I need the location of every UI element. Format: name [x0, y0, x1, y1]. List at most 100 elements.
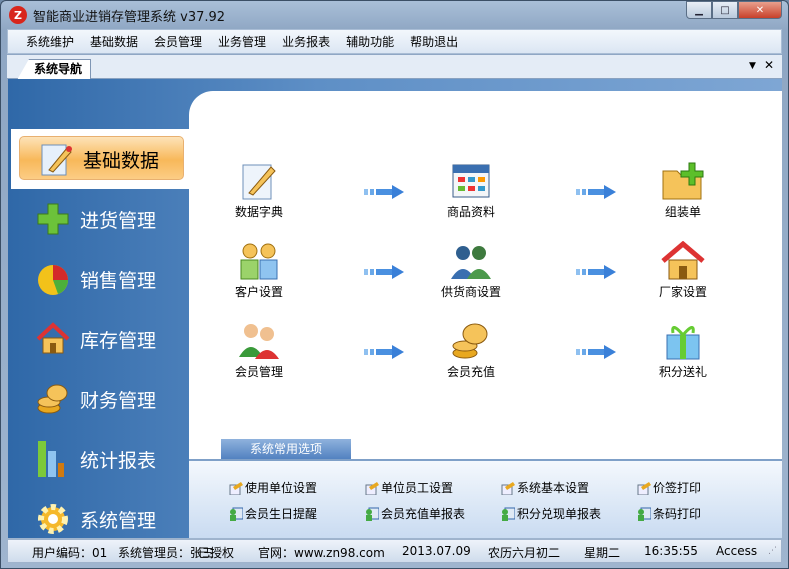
option-label: 单位员工设置 — [381, 481, 454, 495]
menu-business[interactable]: 业务管理 — [210, 33, 274, 50]
menu-member[interactable]: 会员管理 — [146, 33, 210, 50]
tab-dropdown-icon[interactable]: ▼ — [749, 58, 756, 74]
tab-bar: 系统导航 ▼ ✕ — [7, 55, 782, 80]
sidebar-item-sales[interactable]: 销售管理 — [8, 249, 189, 309]
nav-item-label: 会员管理 — [234, 365, 283, 379]
house-icon — [661, 240, 705, 281]
flow-arrow-icon — [364, 185, 406, 199]
sidebar: 基础数据 进货管理 销售管理 库存管理 财务管理 统计报表 系统管理 — [8, 79, 189, 538]
maximize-button[interactable]: □ — [712, 1, 738, 19]
content-area: 数据字典 商品资料 组装单客户设置 供货商设置 厂家设置会员管理 会员充值 积分送礼 系统常… — [189, 91, 782, 538]
nav-item-label: 客户设置 — [234, 285, 283, 299]
option-3[interactable]: 价签打印 — [637, 479, 701, 496]
sidebar-item-system[interactable]: 系统管理 — [8, 489, 189, 538]
gift-icon — [661, 321, 705, 361]
status-time: 16:35:55 — [644, 544, 698, 558]
option-5[interactable]: 会员充值单报表 — [365, 505, 465, 522]
gear-icon — [36, 502, 70, 536]
option-4[interactable]: 会员生日提醒 — [229, 505, 317, 522]
user-report-icon — [501, 507, 515, 521]
status-auth: 已授权 — [198, 546, 235, 560]
flow-arrow-icon — [576, 265, 618, 279]
option-label: 会员生日提醒 — [245, 507, 318, 521]
status-database: Access — [716, 544, 758, 558]
sidebar-item-finance[interactable]: 财务管理 — [8, 369, 189, 429]
customers-icon — [237, 241, 281, 281]
nav-item-label: 积分送礼 — [658, 365, 707, 379]
option-7[interactable]: 条码打印 — [637, 505, 701, 522]
status-website: 官网：www.zn98.com — [258, 546, 385, 560]
status-weekday: 星期二 — [584, 546, 621, 560]
sidebar-item-basic-data[interactable]: 基础数据 — [11, 129, 189, 189]
menu-basic-data[interactable]: 基础数据 — [82, 33, 146, 50]
option-0[interactable]: 使用单位设置 — [229, 479, 317, 496]
option-1[interactable]: 单位员工设置 — [365, 479, 453, 496]
coins-icon — [36, 382, 70, 416]
pie-chart-icon — [36, 262, 70, 296]
option-label: 积分兑现单报表 — [517, 507, 602, 521]
settings-doc-icon — [501, 481, 515, 495]
resize-grip[interactable]: ⋰ — [768, 546, 777, 556]
menu-help-exit[interactable]: 帮助退出 — [402, 33, 466, 50]
option-6[interactable]: 积分兑现单报表 — [501, 505, 601, 522]
user-report-icon — [637, 507, 651, 521]
settings-doc-icon — [637, 481, 651, 495]
option-label: 价签打印 — [653, 481, 702, 495]
option-2[interactable]: 系统基本设置 — [501, 479, 589, 496]
nav-item-label: 数据字典 — [234, 205, 283, 219]
close-button[interactable]: ✕ — [738, 1, 782, 19]
minimize-button[interactable]: ▁ — [686, 1, 712, 19]
settings-doc-icon — [229, 481, 243, 495]
settings-doc-icon — [365, 481, 379, 495]
option-label: 会员充值单报表 — [381, 507, 466, 521]
nav-item-3[interactable]: 客户设置 — [214, 241, 304, 300]
user-report-icon — [229, 507, 243, 521]
option-label: 条码打印 — [653, 507, 702, 521]
green-plus-icon — [36, 202, 70, 236]
sidebar-item-inventory[interactable]: 库存管理 — [8, 309, 189, 369]
nav-item-label: 组装单 — [664, 205, 701, 219]
sidebar-item-purchase[interactable]: 进货管理 — [8, 189, 189, 249]
folder-add-icon — [661, 161, 705, 201]
status-user-code: 用户编码：01 — [32, 546, 108, 560]
menu-tools[interactable]: 辅助功能 — [338, 33, 402, 50]
sidebar-item-reports[interactable]: 统计报表 — [8, 429, 189, 489]
nav-item-5[interactable]: 厂家设置 — [638, 240, 728, 300]
nav-item-8[interactable]: 积分送礼 — [638, 321, 728, 380]
flow-arrow-icon — [576, 185, 618, 199]
common-options-panel — [189, 459, 782, 538]
menu-system-maintenance[interactable]: 系统维护 — [18, 33, 82, 50]
nav-item-label: 会员充值 — [446, 365, 495, 379]
tab-close-icon[interactable]: ✕ — [764, 58, 774, 74]
nav-item-4[interactable]: 供货商设置 — [426, 241, 516, 300]
nav-item-1[interactable]: 商品资料 — [426, 161, 516, 220]
nav-item-label: 厂家设置 — [658, 285, 707, 299]
flow-arrow-icon — [576, 345, 618, 359]
house-icon — [36, 322, 70, 356]
nav-item-0[interactable]: 数据字典 — [214, 161, 304, 220]
tab-common-options[interactable]: 系统常用选项 — [221, 439, 351, 460]
status-date: 2013.07.09 — [402, 544, 471, 558]
flow-arrow-icon — [364, 265, 406, 279]
nav-item-label: 供货商设置 — [440, 285, 501, 299]
nav-item-7[interactable]: 会员充值 — [426, 321, 516, 380]
status-bar: 用户编码：01 系统管理员：张三 已授权 官网：www.zn98.com 201… — [7, 539, 782, 563]
user-report-icon — [365, 507, 379, 521]
status-lunar-date: 农历六月初二 — [488, 546, 561, 560]
title-bar: Z 智能商业进销存管理系统 v37.92 — [9, 5, 225, 25]
menu-reports[interactable]: 业务报表 — [274, 33, 338, 50]
members-icon — [237, 321, 281, 361]
suppliers-icon — [449, 241, 493, 281]
window-title: 智能商业进销存管理系统 v37.92 — [33, 9, 226, 25]
nav-item-6[interactable]: 会员管理 — [214, 321, 304, 380]
dictionary-icon — [237, 161, 281, 201]
nav-item-2[interactable]: 组装单 — [638, 161, 728, 220]
flow-arrow-icon — [364, 345, 406, 359]
menu-bar: 系统维护 基础数据 会员管理 业务管理 业务报表 辅助功能 帮助退出 — [7, 29, 782, 54]
bar-chart-icon — [36, 441, 70, 477]
coins-icon — [449, 321, 493, 361]
option-label: 使用单位设置 — [245, 481, 318, 495]
brand-logo-icon: Z — [9, 6, 27, 24]
tab-system-nav[interactable]: 系统导航 — [17, 59, 92, 80]
calendar-grid-icon — [449, 161, 493, 201]
